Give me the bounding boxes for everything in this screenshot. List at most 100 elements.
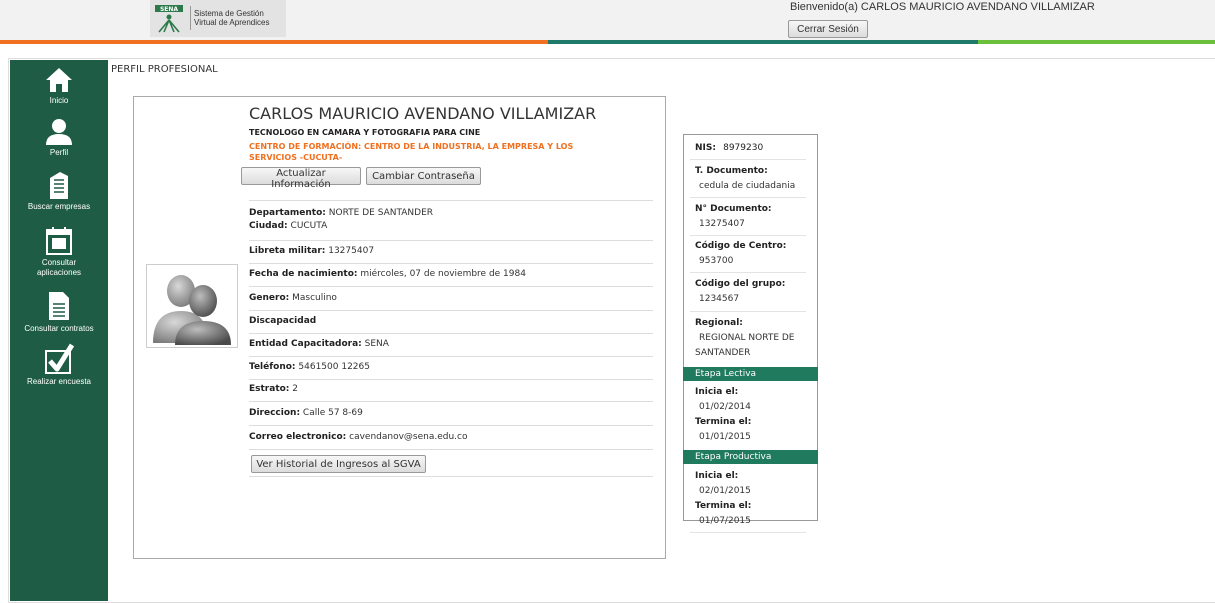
welcome-text: Bienvenido(a) CARLOS MAURICIO AVENDANO V…	[790, 1, 1095, 13]
ciudad-label: Ciudad:	[249, 221, 288, 231]
discapacidad-label: Discapacidad	[249, 316, 317, 326]
logo-divider	[190, 6, 191, 30]
logo-line-2: Virtual de Aprendices	[194, 18, 270, 27]
nis-label: NIS:	[695, 143, 716, 153]
profile-photo	[146, 264, 238, 348]
genero-value: Masculino	[292, 293, 337, 303]
estrato-value: 2	[292, 384, 299, 394]
libreta-label: Libreta militar:	[249, 246, 326, 256]
correo-label: Correo electronico:	[249, 432, 347, 442]
nis-row: NIS: 8979230	[695, 143, 763, 153]
lectiva-inicia-label: Inicia el:	[695, 387, 739, 397]
sidebar-item-label: Inicio	[49, 96, 69, 105]
sidebar-item-consultar-contratos[interactable]: Consultar contratos	[10, 290, 108, 334]
sidebar-item-realizar-encuesta[interactable]: Realizar encuesta	[10, 343, 108, 387]
building-icon	[50, 172, 68, 199]
entidad-value: SENA	[364, 339, 389, 349]
logo-brand: SENA	[160, 6, 178, 13]
home-icon	[46, 68, 72, 92]
header-stripe-orange	[0, 40, 548, 44]
profile-title: TECNOLOGO EN CAMARA Y FOTOGRAFIA PARA CI…	[249, 128, 481, 137]
nacimiento-value: miércoles, 07 de noviembre de 1984	[360, 269, 526, 279]
sidebar-item-buscar-empresas[interactable]: Buscar empresas	[10, 170, 108, 212]
breadcrumb: PERFIL PROFESIONAL	[111, 64, 218, 75]
field-telefono: Teléfono: 5461500 12265	[249, 362, 653, 380]
field-direccion: Direccion: Calle 57 8-69	[249, 408, 653, 426]
top-header: SENA Sistema de Gestión Virtual de Apren…	[0, 0, 1215, 40]
productiva-inicia-label: Inicia el:	[695, 471, 739, 481]
info-divider	[690, 272, 806, 273]
logo-line-1: Sistema de Gestión	[194, 9, 264, 18]
telefono-value: 5461500 12265	[298, 362, 370, 372]
nis-value: 8979230	[723, 143, 764, 153]
field-nacimiento: Fecha de nacimiento: miércoles, 07 de no…	[249, 269, 653, 287]
logout-button[interactable]: Cerrar Sesión	[788, 20, 868, 38]
grupo-label: Código del grupo:	[695, 279, 786, 289]
info-divider	[690, 311, 806, 312]
nacimiento-label: Fecha de nacimiento:	[249, 269, 358, 279]
header-stripe-green	[978, 40, 1215, 44]
info-divider	[690, 159, 806, 160]
entidad-label: Entidad Capacitadora:	[249, 339, 362, 349]
sidebar-item-consultar-aplicaciones[interactable]: Consultar aplicaciones	[10, 226, 108, 278]
profile-name: CARLOS MAURICIO AVENDANO VILLAMIZAR	[249, 104, 597, 123]
telefono-label: Teléfono:	[249, 362, 296, 372]
sidebar-item-label: Buscar empresas	[27, 202, 91, 211]
change-password-button[interactable]: Cambiar Contraseña	[366, 167, 481, 185]
calendar-icon	[46, 227, 72, 255]
sidebar: Inicio Perfil Buscar empresas Consultar …	[10, 60, 108, 601]
etapa-lectiva-header: Etapa Lectiva	[683, 367, 818, 381]
sena-logo[interactable]: SENA Sistema de Gestión Virtual de Apren…	[150, 0, 286, 37]
history-button[interactable]: Ver Historial de Ingresos al SGVA	[251, 455, 426, 473]
regional-label: Regional:	[695, 318, 743, 328]
sidebar-item-perfil[interactable]: Perfil	[10, 116, 108, 158]
field-genero: Genero: Masculino	[249, 293, 653, 311]
tdoc-value: cedula de ciudadania	[699, 181, 796, 191]
libreta-value: 13275407	[328, 246, 375, 256]
sidebar-item-label: Realizar encuesta	[26, 377, 92, 386]
regional-value-2: SANTANDER	[695, 348, 751, 358]
ndoc-label: N° Documento:	[695, 204, 772, 214]
info-divider	[690, 532, 806, 533]
productiva-inicia-value: 02/01/2015	[699, 486, 751, 496]
checkmark-icon	[45, 343, 74, 374]
grupo-value: 1234567	[699, 294, 740, 304]
direccion-label: Direccion:	[249, 408, 301, 418]
etapa-lectiva-title: Etapa Lectiva	[695, 369, 757, 379]
field-discapacidad: Discapacidad	[249, 316, 653, 334]
info-divider	[690, 197, 806, 198]
sena-logo-icon: SENA	[155, 5, 183, 33]
field-departamento-ciudad: Departamento: NORTE DE SANTANDER Ciudad:…	[249, 208, 653, 241]
etapa-productiva-header: Etapa Productiva	[683, 450, 818, 464]
field-libreta: Libreta militar: 13275407	[249, 246, 653, 264]
field-entidad: Entidad Capacitadora: SENA	[249, 339, 653, 357]
sidebar-item-label: Consultar aplicaciones	[36, 258, 82, 277]
ndoc-value: 13275407	[699, 219, 745, 229]
header-stripe-teal	[548, 40, 978, 44]
estrato-label: Estrato:	[249, 384, 290, 394]
correo-value: cavendanov@sena.edu.co	[349, 432, 468, 442]
productiva-termina-value: 01/07/2015	[699, 516, 751, 526]
info-divider	[690, 235, 806, 236]
departamento-label: Departamento:	[249, 208, 326, 218]
departamento-value: NORTE DE SANTANDER	[328, 208, 434, 218]
tdoc-label: T. Documento:	[695, 166, 768, 176]
ciudad-value: CUCUTA	[290, 221, 328, 231]
logo-text: Sistema de Gestión Virtual de Aprendices	[194, 9, 269, 27]
users-avatar-icon	[153, 275, 231, 345]
user-icon	[46, 119, 72, 145]
sidebar-item-label: Consultar contratos	[24, 324, 94, 333]
profile-center: CENTRO DE FORMACIÓN: CENTRO DE LA INDUST…	[249, 142, 574, 162]
sidebar-item-inicio[interactable]: Inicio	[10, 66, 108, 106]
document-icon	[49, 292, 69, 320]
field-correo: Correo electronico: cavendanov@sena.edu.…	[249, 432, 653, 450]
direccion-value: Calle 57 8-69	[302, 408, 363, 418]
update-info-button[interactable]: Actualizar Información	[241, 167, 361, 190]
lectiva-termina-value: 01/01/2015	[699, 432, 751, 442]
lectiva-termina-label: Termina el:	[695, 417, 752, 427]
productiva-termina-label: Termina el:	[695, 501, 752, 511]
genero-label: Genero:	[249, 293, 290, 303]
profile-fields-top-border	[249, 200, 653, 201]
regional-value-1: REGIONAL NORTE DE	[699, 333, 795, 343]
centro-value: 953700	[699, 256, 734, 266]
